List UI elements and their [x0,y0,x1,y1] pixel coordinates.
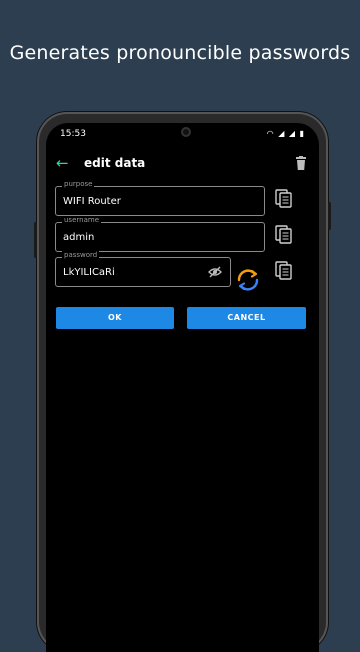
visibility-off-icon[interactable] [208,266,222,278]
arrow-back-icon[interactable]: ← [56,154,69,172]
username-field[interactable]: username admin [55,216,265,252]
password-label: password [62,251,100,259]
signal-icon: ◢ [278,129,286,138]
purpose-label: purpose [62,180,95,188]
username-value: admin [63,232,95,243]
battery-icon: ▮ [299,129,305,138]
copy-icon[interactable] [275,225,293,245]
cancel-button[interactable]: CANCEL [187,307,306,329]
wifi-icon: ◠ [266,129,275,138]
status-icons: ◠ ◢ ◢ ▮ [267,129,305,138]
password-value: LkYILICaRi [63,267,115,278]
status-time: 15:53 [60,129,86,139]
trash-icon[interactable] [295,156,307,170]
signal-icon: ◢ [288,129,297,138]
purpose-value: WIFI Router [63,196,121,207]
status-bar: 15:53 ◠ ◢ ◢ ▮ [60,129,305,143]
refresh-icon[interactable] [235,267,261,293]
app-screen: 15:53 ◠ ◢ ◢ ▮ ← edit data purpose WIFI R… [46,123,319,652]
purpose-field[interactable]: purpose WIFI Router [55,180,265,216]
copy-icon[interactable] [275,261,293,281]
page-title: edit data [84,156,146,170]
promo-headline: Generates pronouncible passwords [9,42,351,64]
power-button [328,202,331,230]
app-bar: ← edit data [46,151,319,179]
username-label: username [62,216,101,224]
phone-frame: 15:53 ◠ ◢ ◢ ▮ ← edit data purpose WIFI R… [34,112,331,652]
volume-button [34,222,37,258]
copy-icon[interactable] [275,189,293,209]
ok-button[interactable]: OK [56,307,174,329]
password-field[interactable]: password LkYILICaRi [55,251,231,287]
